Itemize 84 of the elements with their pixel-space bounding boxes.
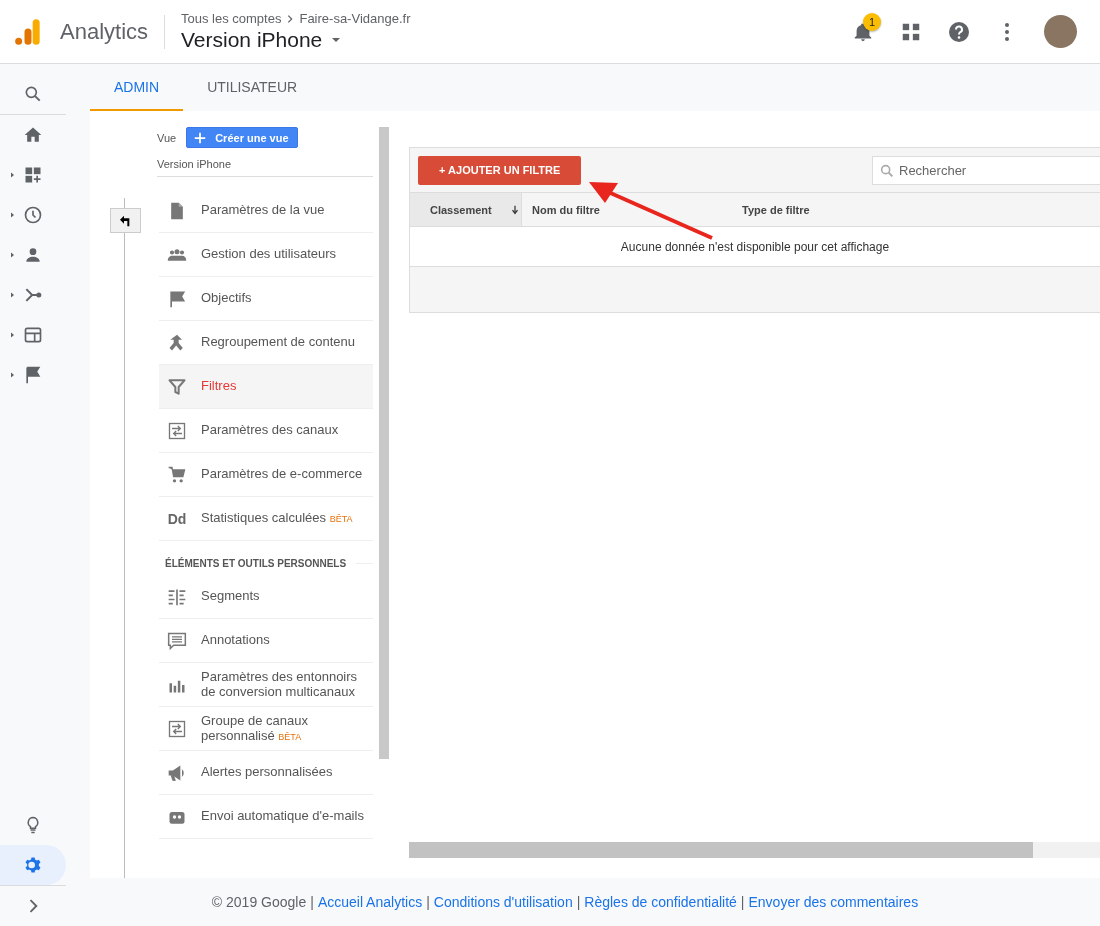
menu-item[interactable]: Alertes personnalisées bbox=[159, 751, 373, 795]
clock-icon bbox=[23, 205, 43, 225]
beta-label: BÊTA bbox=[278, 731, 302, 742]
menu-label: Objectifs bbox=[201, 291, 252, 306]
help-icon bbox=[947, 19, 971, 44]
menu-label: Paramètres de la vue bbox=[201, 203, 325, 218]
expand-caret-icon bbox=[10, 331, 16, 339]
add-filter-button[interactable]: + AJOUTER UN FILTRE bbox=[418, 155, 582, 185]
letters-icon: Dd bbox=[167, 510, 187, 527]
expand-caret-icon bbox=[10, 291, 16, 299]
menu-item[interactable]: Paramètres des canaux bbox=[159, 409, 373, 453]
notification-badge: 1 bbox=[863, 12, 881, 31]
menu-item[interactable]: Segments bbox=[159, 575, 373, 619]
breadcrumb-link[interactable]: Faire-sa-Vidange.fr bbox=[299, 11, 411, 26]
menu-item[interactable]: Objectifs bbox=[159, 277, 373, 321]
product-name: Analytics bbox=[60, 18, 149, 45]
plus-icon bbox=[193, 130, 208, 145]
menu-label: Gestion des utilisateurs bbox=[201, 247, 337, 262]
menu-item[interactable]: Groupe de canaux personnalisé BÊTA bbox=[159, 707, 373, 751]
arrows-box-icon bbox=[167, 718, 187, 739]
menu-item[interactable]: Paramètres de e-commerce bbox=[159, 453, 373, 497]
menu-item[interactable]: Filtres bbox=[159, 365, 373, 409]
menu-item[interactable]: Gestion des utilisateurs bbox=[159, 233, 373, 277]
flag-icon bbox=[23, 365, 43, 385]
person-icon bbox=[23, 245, 43, 265]
tab[interactable]: UTILISATEUR bbox=[183, 64, 322, 111]
column-header[interactable]: Classement bbox=[410, 193, 522, 226]
view-label: Vue bbox=[157, 131, 177, 144]
menu-label: Statistiques calculées BÊTA bbox=[201, 511, 353, 526]
view-selector[interactable]: Version iPhone bbox=[181, 28, 411, 52]
menu-item[interactable]: Paramètres de la vue bbox=[159, 189, 373, 233]
menu-label: Paramètres des entonnoirs de conversion multicanaux bbox=[201, 670, 359, 699]
home-icon bbox=[23, 125, 43, 145]
beta-label: BÊTA bbox=[329, 514, 353, 525]
footer-link[interactable]: Conditions d'utilisation bbox=[433, 894, 573, 910]
menu-item[interactable]: Dd Statistiques calculées BÊTA bbox=[159, 497, 373, 541]
more-vertical-icon bbox=[1005, 21, 1009, 42]
menu-item[interactable]: Envoi automatique d'e-mails bbox=[159, 795, 373, 839]
avatar[interactable] bbox=[1044, 15, 1077, 48]
sort-down-icon bbox=[509, 204, 520, 215]
notifications-button[interactable]: 1 bbox=[846, 14, 880, 49]
footer-link[interactable]: Accueil Analytics bbox=[317, 894, 423, 910]
search-icon bbox=[879, 162, 895, 179]
rail-button[interactable] bbox=[0, 845, 66, 885]
comment-icon bbox=[167, 630, 187, 651]
filter-icon bbox=[167, 376, 187, 397]
create-view-button[interactable]: Créer une vue bbox=[186, 127, 298, 148]
menu-label: Alertes personnalisées bbox=[201, 765, 333, 780]
section-heading: ÉLÉMENTS ET OUTILS PERSONNELS bbox=[165, 557, 347, 569]
cart-icon bbox=[167, 464, 187, 485]
copyright-text: © 2019 Google bbox=[211, 894, 307, 910]
menu-item[interactable]: Annotations bbox=[159, 619, 373, 663]
separator-text: | bbox=[426, 894, 430, 910]
menu-label: Filtres bbox=[201, 379, 237, 394]
footer-link[interactable]: Règles de confidentialité bbox=[584, 894, 737, 910]
footer-link[interactable]: Envoyer des commentaires bbox=[748, 894, 919, 910]
menu-item[interactable]: Paramètres des entonnoirs de conversion multicanaux bbox=[159, 663, 373, 707]
menu-label: Segments bbox=[201, 589, 260, 604]
expand-caret-icon bbox=[10, 211, 16, 219]
window-icon bbox=[23, 325, 43, 345]
menu-label: Paramètres de e-commerce bbox=[201, 467, 363, 482]
logo-icon bbox=[14, 16, 42, 47]
menu-label: Paramètres des canaux bbox=[201, 423, 339, 438]
expand-caret-icon bbox=[10, 171, 16, 179]
menu-label: Annotations bbox=[201, 633, 270, 648]
separator-text: | bbox=[740, 894, 745, 910]
expand-caret-icon bbox=[10, 251, 16, 259]
separator-text: | bbox=[576, 894, 581, 910]
menu-label: Groupe de canaux personnalisé BÊTA bbox=[201, 714, 309, 743]
view-name: Version iPhone bbox=[157, 148, 373, 177]
separator-text: | bbox=[310, 894, 314, 910]
back-button[interactable] bbox=[110, 208, 141, 233]
menu-label: Regroupement de contenu bbox=[201, 335, 355, 350]
search-field[interactable]: Rechercher bbox=[872, 155, 1100, 185]
settings-icon bbox=[23, 855, 43, 875]
search-icon bbox=[23, 84, 43, 104]
grid-plus-icon bbox=[23, 165, 43, 185]
empty-message: Aucune donnée n'est disponible pour cet affichage bbox=[620, 239, 890, 254]
column-header[interactable]: Type de filtre bbox=[732, 193, 1100, 226]
expand-caret-icon bbox=[10, 371, 16, 379]
arrows-box-icon bbox=[167, 420, 187, 441]
breadcrumb-link[interactable]: Tous les comptes bbox=[181, 11, 282, 26]
menu-label: Envoi automatique d'e-mails bbox=[201, 809, 364, 824]
column-header[interactable]: Nom du filtre bbox=[522, 193, 732, 226]
